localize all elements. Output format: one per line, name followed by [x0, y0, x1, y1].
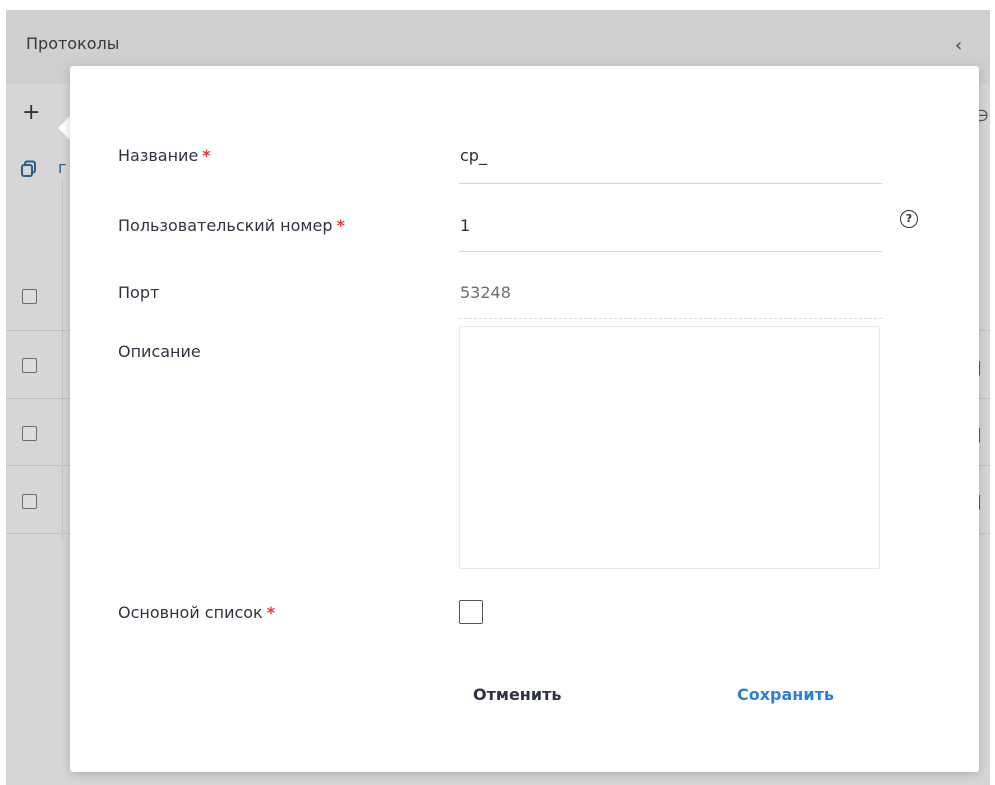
plus-icon[interactable]: +: [22, 102, 40, 124]
column-divider: [62, 180, 63, 540]
name-input[interactable]: cp_: [460, 146, 487, 165]
description-label: Описание: [118, 342, 201, 361]
row-checkbox[interactable]: [22, 289, 37, 304]
main-list-checkbox[interactable]: [459, 600, 483, 624]
required-marker: *: [202, 146, 211, 165]
name-input-underline: [459, 183, 882, 184]
modal-pointer: [58, 116, 70, 140]
name-label-text: Название: [118, 146, 199, 165]
port-value: 53248: [460, 283, 511, 302]
main-list-label: Основной список *: [118, 603, 275, 622]
user-number-input[interactable]: 1: [460, 216, 470, 235]
main-list-label-text: Основной список: [118, 603, 263, 622]
user-number-label-text: Пользовательский номер: [118, 216, 333, 235]
name-label: Название *: [118, 146, 211, 165]
page-title: Протоколы: [26, 34, 120, 53]
save-button[interactable]: Сохранить: [737, 685, 834, 704]
user-number-underline: [459, 251, 882, 252]
copy-link-text[interactable]: г: [58, 158, 66, 177]
required-marker: *: [336, 216, 345, 235]
port-label: Порт: [118, 283, 160, 302]
cancel-button[interactable]: Отменить: [473, 685, 561, 704]
chevron-left-icon[interactable]: ‹: [955, 37, 962, 55]
user-number-label: Пользовательский номер *: [118, 216, 345, 235]
row-checkbox[interactable]: [22, 358, 37, 373]
help-icon[interactable]: ?: [900, 210, 918, 228]
required-marker: *: [266, 603, 276, 622]
port-underline: [459, 318, 882, 319]
row-checkbox[interactable]: [22, 494, 37, 509]
row-checkbox[interactable]: [22, 426, 37, 441]
protocol-edit-dialog: Название * cp_ Пользовательский номер * 1 …: [70, 66, 979, 772]
copy-icon[interactable]: [20, 160, 38, 178]
description-textarea[interactable]: [459, 326, 880, 569]
